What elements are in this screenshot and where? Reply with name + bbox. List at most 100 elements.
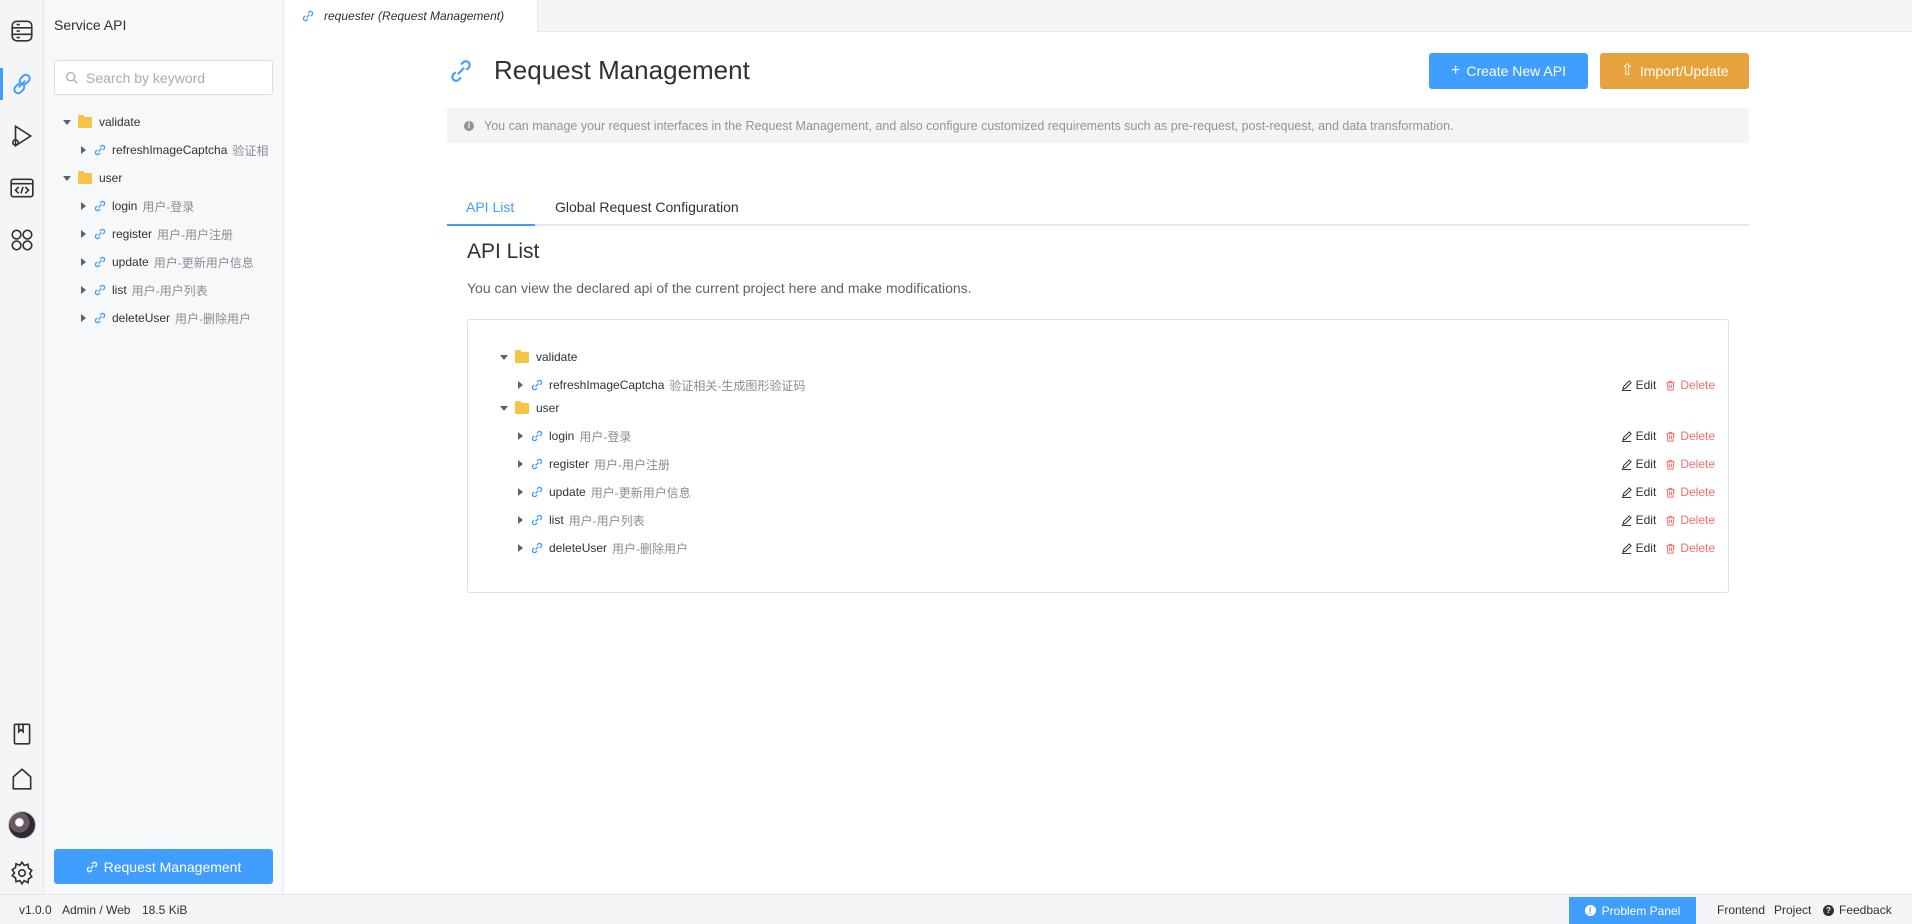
- link-icon: [94, 284, 106, 296]
- delete-button[interactable]: Delete: [1665, 541, 1715, 555]
- api-desc: 用户-登录: [579, 429, 632, 444]
- tree-folder-validate[interactable]: validate: [44, 108, 284, 136]
- delete-button[interactable]: Delete: [1665, 429, 1715, 443]
- edit-label: Edit: [1635, 513, 1657, 527]
- problem-panel-button[interactable]: ! Problem Panel: [1569, 897, 1696, 924]
- edit-button[interactable]: Edit: [1621, 541, 1656, 555]
- tree-item-deleteUser[interactable]: deleteUser 用户-删除用户: [44, 304, 284, 332]
- api-list-panel: validate refreshImageCaptcha 验证相关-生成图形验证…: [467, 319, 1729, 593]
- caret-right-icon[interactable]: [81, 230, 86, 238]
- caret-right-icon[interactable]: [81, 258, 86, 266]
- bookmark-book-icon[interactable]: [0, 712, 44, 756]
- caret-down-icon[interactable]: [500, 354, 508, 360]
- caret-down-icon[interactable]: [63, 119, 71, 125]
- tree-item-refreshImageCaptcha[interactable]: refreshImageCaptcha 验证相: [44, 136, 284, 164]
- tab-label: requester (Request Management): [324, 9, 505, 23]
- tree-item-register[interactable]: register 用户-用户注册: [44, 220, 284, 248]
- edit-button[interactable]: Edit: [1621, 513, 1657, 527]
- api-row-register[interactable]: register 用户-用户注册 Edit Delete: [468, 450, 1728, 478]
- tree-folder-user[interactable]: user: [44, 164, 284, 192]
- info-icon: i: [464, 120, 474, 131]
- active-tab-indicator: [447, 224, 535, 226]
- link-icon: [451, 60, 471, 82]
- apps-icon[interactable]: [0, 218, 44, 262]
- search-box[interactable]: [54, 60, 273, 95]
- edit-icon: [1621, 458, 1632, 470]
- tab-api-list[interactable]: API List: [466, 188, 514, 226]
- row-actions: Edit Delete: [1621, 478, 1715, 506]
- caret-right-icon[interactable]: [81, 286, 86, 294]
- delete-button[interactable]: Delete: [1665, 457, 1715, 471]
- import-update-button[interactable]: ⇧ Import/Update: [1600, 53, 1749, 89]
- alert-circle-icon: !: [1584, 905, 1596, 916]
- search-input[interactable]: [86, 69, 256, 86]
- caret-down-icon[interactable]: [500, 405, 508, 411]
- link-icon: [302, 10, 314, 22]
- tab-global-request-configuration[interactable]: Global Request Configuration: [555, 188, 739, 226]
- api-row-update[interactable]: update 用户-更新用户信息 Edit Delete: [468, 478, 1728, 506]
- api-name: login: [549, 429, 575, 443]
- edit-button[interactable]: Edit: [1621, 457, 1656, 471]
- link-icon[interactable]: [0, 62, 44, 106]
- edit-button[interactable]: Edit: [1621, 485, 1656, 499]
- tree-item-login[interactable]: login 用户-登录: [44, 192, 284, 220]
- tree-item-label: register: [112, 227, 153, 241]
- debug-play-icon[interactable]: [0, 114, 44, 158]
- caret-right-icon[interactable]: [518, 381, 523, 389]
- plus-icon: +: [1451, 62, 1461, 79]
- delete-button[interactable]: Delete: [1665, 485, 1715, 499]
- request-management-button[interactable]: Request Management: [54, 849, 273, 884]
- tree-folder-validate[interactable]: validate: [468, 343, 1728, 371]
- delete-button[interactable]: Delete: [1665, 513, 1715, 527]
- caret-right-icon[interactable]: [518, 544, 523, 552]
- caret-right-icon[interactable]: [518, 432, 523, 440]
- database-icon[interactable]: [0, 9, 44, 53]
- tree-item-list[interactable]: list 用户-用户列表: [44, 276, 284, 304]
- caret-right-icon[interactable]: [518, 516, 523, 524]
- create-new-api-button[interactable]: + Create New API: [1429, 53, 1588, 89]
- tree-folder-user[interactable]: user: [468, 394, 1728, 422]
- api-row-deleteUser[interactable]: deleteUser 用户-删除用户 Edit Delete: [468, 534, 1728, 562]
- api-desc: 用户-用户注册: [594, 457, 671, 472]
- avatar[interactable]: [8, 811, 36, 839]
- sidebar: Service API validate refreshImageCaptcha…: [44, 0, 284, 894]
- tree-item-label: deleteUser: [112, 311, 171, 325]
- tree-item-label: refreshImageCaptcha: [112, 143, 228, 157]
- feedback-link[interactable]: ? Feedback: [1823, 895, 1892, 924]
- link-icon: [531, 514, 543, 526]
- api-name: update: [549, 485, 586, 499]
- gear-icon[interactable]: [0, 851, 44, 895]
- caret-down-icon[interactable]: [63, 175, 71, 181]
- tree-item-update[interactable]: update 用户-更新用户信息: [44, 248, 284, 276]
- caret-right-icon[interactable]: [81, 314, 86, 322]
- code-window-icon[interactable]: [0, 166, 44, 210]
- caret-right-icon[interactable]: [81, 202, 86, 210]
- trash-icon: [1666, 380, 1675, 391]
- folder-icon: [78, 114, 92, 128]
- edit-button[interactable]: Edit: [1621, 429, 1656, 443]
- help-icon: ?: [1823, 904, 1834, 916]
- api-name: deleteUser: [549, 541, 608, 555]
- link-icon: [531, 430, 543, 442]
- tree-item-desc: 验证相: [232, 143, 269, 158]
- caret-right-icon[interactable]: [518, 488, 523, 496]
- delete-label: Delete: [1680, 485, 1715, 499]
- edit-button[interactable]: Edit: [1621, 378, 1656, 392]
- tab-requester[interactable]: requester (Request Management): [284, 0, 538, 32]
- api-row-list[interactable]: list 用户-用户列表 Edit Delete: [468, 506, 1728, 534]
- caret-right-icon[interactable]: [518, 460, 523, 468]
- frontend-link[interactable]: Frontend: [1717, 895, 1765, 924]
- edit-icon: [1621, 486, 1632, 498]
- row-actions: Edit Delete: [1621, 506, 1715, 534]
- tree-item-label: validate: [536, 350, 578, 364]
- row-actions: Edit Delete: [1621, 422, 1715, 450]
- api-row-login[interactable]: login 用户-登录 Edit Delete: [468, 422, 1728, 450]
- tree-item-desc: 用户-用户注册: [157, 227, 234, 242]
- caret-right-icon[interactable]: [81, 146, 86, 154]
- project-link[interactable]: Project: [1774, 895, 1811, 924]
- button-label: Problem Panel: [1601, 903, 1681, 918]
- home-icon[interactable]: [0, 757, 44, 801]
- delete-button[interactable]: Delete: [1665, 378, 1715, 392]
- link-icon: [94, 144, 106, 156]
- tree-item-label: login: [112, 199, 138, 213]
